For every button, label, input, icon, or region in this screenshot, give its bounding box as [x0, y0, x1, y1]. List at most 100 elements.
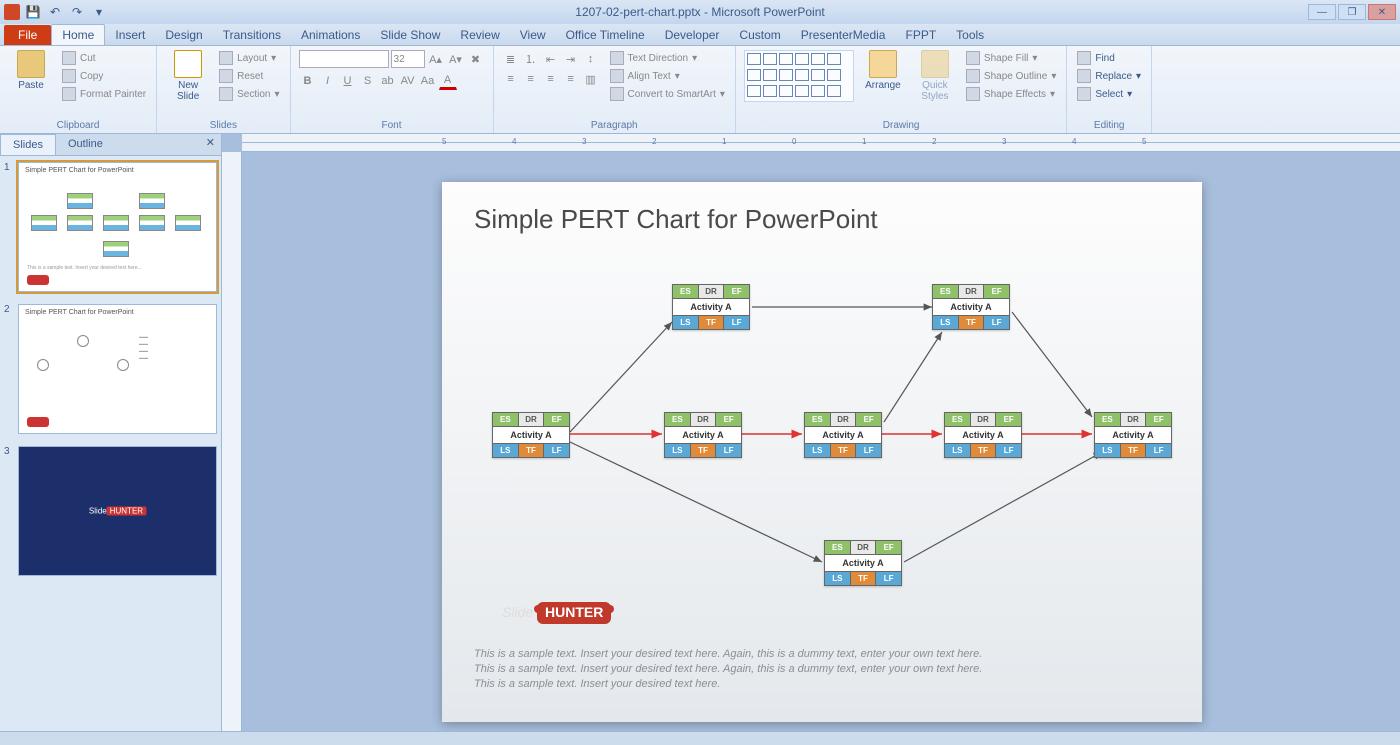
- pert-node[interactable]: ESDREF Activity A LSTFLF: [944, 412, 1022, 458]
- tab-transitions[interactable]: Transitions: [213, 25, 291, 45]
- shape-icon[interactable]: [779, 85, 793, 97]
- tab-home[interactable]: Home: [51, 24, 105, 45]
- pert-node[interactable]: ESDREF Activity A LSTFLF: [664, 412, 742, 458]
- undo-icon[interactable]: ↶: [46, 3, 64, 21]
- side-tab-outline[interactable]: Outline: [56, 134, 115, 155]
- tab-review[interactable]: Review: [450, 25, 509, 45]
- font-color-button[interactable]: A: [439, 72, 457, 90]
- text-direction-button[interactable]: Text Direction ▾: [608, 50, 727, 66]
- format-painter-button[interactable]: Format Painter: [60, 86, 148, 102]
- shrink-font-button[interactable]: A▾: [447, 50, 465, 68]
- convert-smartart-button[interactable]: Convert to SmartArt ▾: [608, 86, 727, 102]
- horizontal-scrollbar[interactable]: [0, 731, 1400, 745]
- qat-dropdown-icon[interactable]: ▾: [90, 3, 108, 21]
- shape-icon[interactable]: [811, 85, 825, 97]
- side-tab-slides[interactable]: Slides: [0, 134, 56, 155]
- underline-button[interactable]: U: [339, 72, 357, 90]
- cut-button[interactable]: Cut: [60, 50, 148, 66]
- select-button[interactable]: Select ▾: [1075, 86, 1143, 102]
- shape-icon[interactable]: [747, 85, 761, 97]
- bullets-button[interactable]: ≣: [502, 50, 520, 68]
- shape-icon[interactable]: [763, 85, 777, 97]
- pert-node[interactable]: ESDREF Activity A LSTFLF: [804, 412, 882, 458]
- copy-button[interactable]: Copy: [60, 68, 148, 84]
- layout-button[interactable]: Layout ▾: [217, 50, 281, 66]
- paste-button[interactable]: Paste: [8, 50, 54, 91]
- reset-button[interactable]: Reset: [217, 68, 281, 84]
- replace-button[interactable]: Replace ▾: [1075, 68, 1143, 84]
- font-family-select[interactable]: [299, 50, 389, 68]
- tab-slideshow[interactable]: Slide Show: [370, 25, 450, 45]
- char-spacing-button[interactable]: AV: [399, 72, 417, 90]
- shape-icon[interactable]: [827, 53, 841, 65]
- shape-icon[interactable]: [795, 69, 809, 81]
- line-spacing-button[interactable]: ↕: [582, 50, 600, 68]
- shape-icon[interactable]: [747, 69, 761, 81]
- tab-presentermedia[interactable]: PresenterMedia: [791, 25, 896, 45]
- pert-node[interactable]: ESDREF Activity A LSTFLF: [672, 284, 750, 330]
- slide-canvas[interactable]: Simple PERT Chart for PowerPoint: [222, 152, 1400, 731]
- tab-view[interactable]: View: [510, 25, 556, 45]
- tab-tools[interactable]: Tools: [946, 25, 994, 45]
- close-button[interactable]: ✕: [1368, 4, 1396, 20]
- shape-icon[interactable]: [763, 53, 777, 65]
- bold-button[interactable]: B: [299, 72, 317, 90]
- shape-icon[interactable]: [811, 53, 825, 65]
- shape-icon[interactable]: [827, 85, 841, 97]
- shape-fill-button[interactable]: Shape Fill ▾: [964, 50, 1058, 66]
- columns-button[interactable]: ▥: [582, 70, 600, 88]
- section-button[interactable]: Section ▾: [217, 86, 281, 102]
- shape-icon[interactable]: [763, 69, 777, 81]
- pert-node[interactable]: ESDREF Activity A LSTFLF: [824, 540, 902, 586]
- maximize-button[interactable]: ❐: [1338, 4, 1366, 20]
- tab-developer[interactable]: Developer: [655, 25, 730, 45]
- align-center-button[interactable]: ≡: [522, 70, 540, 88]
- strikethrough-button[interactable]: S: [359, 72, 377, 90]
- shape-icon[interactable]: [811, 69, 825, 81]
- align-right-button[interactable]: ≡: [542, 70, 560, 88]
- change-case-button[interactable]: Aa: [419, 72, 437, 90]
- shape-icon[interactable]: [779, 53, 793, 65]
- slide[interactable]: Simple PERT Chart for PowerPoint: [442, 182, 1202, 722]
- grow-font-button[interactable]: A▴: [427, 50, 445, 68]
- tab-animations[interactable]: Animations: [291, 25, 370, 45]
- align-text-button[interactable]: Align Text ▾: [608, 68, 727, 84]
- shapes-gallery[interactable]: [744, 50, 854, 102]
- tab-fppt[interactable]: FPPT: [895, 25, 946, 45]
- minimize-button[interactable]: —: [1308, 4, 1336, 20]
- slide-thumbnail-3[interactable]: SlideHUNTER: [18, 446, 217, 576]
- pert-node[interactable]: ESDREF Activity A LSTFLF: [492, 412, 570, 458]
- justify-button[interactable]: ≡: [562, 70, 580, 88]
- tab-office-timeline[interactable]: Office Timeline: [556, 25, 655, 45]
- slide-thumbnail-1[interactable]: Simple PERT Chart for PowerPoint This is…: [18, 162, 217, 292]
- new-slide-button[interactable]: New Slide: [165, 50, 211, 102]
- sample-text-block[interactable]: This is a sample text. Insert your desir…: [474, 647, 1170, 692]
- shape-icon[interactable]: [795, 85, 809, 97]
- tab-design[interactable]: Design: [155, 25, 212, 45]
- slide-thumbnail-2[interactable]: Simple PERT Chart for PowerPoint ━━━━━━━…: [18, 304, 217, 434]
- side-panel-close-icon[interactable]: ✕: [200, 134, 221, 155]
- save-icon[interactable]: 💾: [24, 3, 42, 21]
- shadow-button[interactable]: ab: [379, 72, 397, 90]
- tab-custom[interactable]: Custom: [729, 25, 790, 45]
- align-left-button[interactable]: ≡: [502, 70, 520, 88]
- font-size-select[interactable]: [391, 50, 425, 68]
- decrease-indent-button[interactable]: ⇤: [542, 50, 560, 68]
- shape-effects-button[interactable]: Shape Effects ▾: [964, 86, 1058, 102]
- shape-icon[interactable]: [827, 69, 841, 81]
- quick-styles-button[interactable]: Quick Styles: [912, 50, 958, 102]
- tab-insert[interactable]: Insert: [105, 25, 155, 45]
- numbering-button[interactable]: ⒈: [522, 50, 540, 68]
- increase-indent-button[interactable]: ⇥: [562, 50, 580, 68]
- redo-icon[interactable]: ↷: [68, 3, 86, 21]
- shape-outline-button[interactable]: Shape Outline ▾: [964, 68, 1058, 84]
- thumbnail-list[interactable]: 1 Simple PERT Chart for PowerPoint This …: [0, 156, 221, 731]
- file-tab[interactable]: File: [4, 25, 51, 45]
- slide-title[interactable]: Simple PERT Chart for PowerPoint: [442, 182, 1202, 243]
- clear-formatting-button[interactable]: ✖: [467, 50, 485, 68]
- pert-node[interactable]: ESDREF Activity A LSTFLF: [1094, 412, 1172, 458]
- shape-icon[interactable]: [747, 53, 761, 65]
- italic-button[interactable]: I: [319, 72, 337, 90]
- shape-icon[interactable]: [779, 69, 793, 81]
- arrange-button[interactable]: Arrange: [860, 50, 906, 91]
